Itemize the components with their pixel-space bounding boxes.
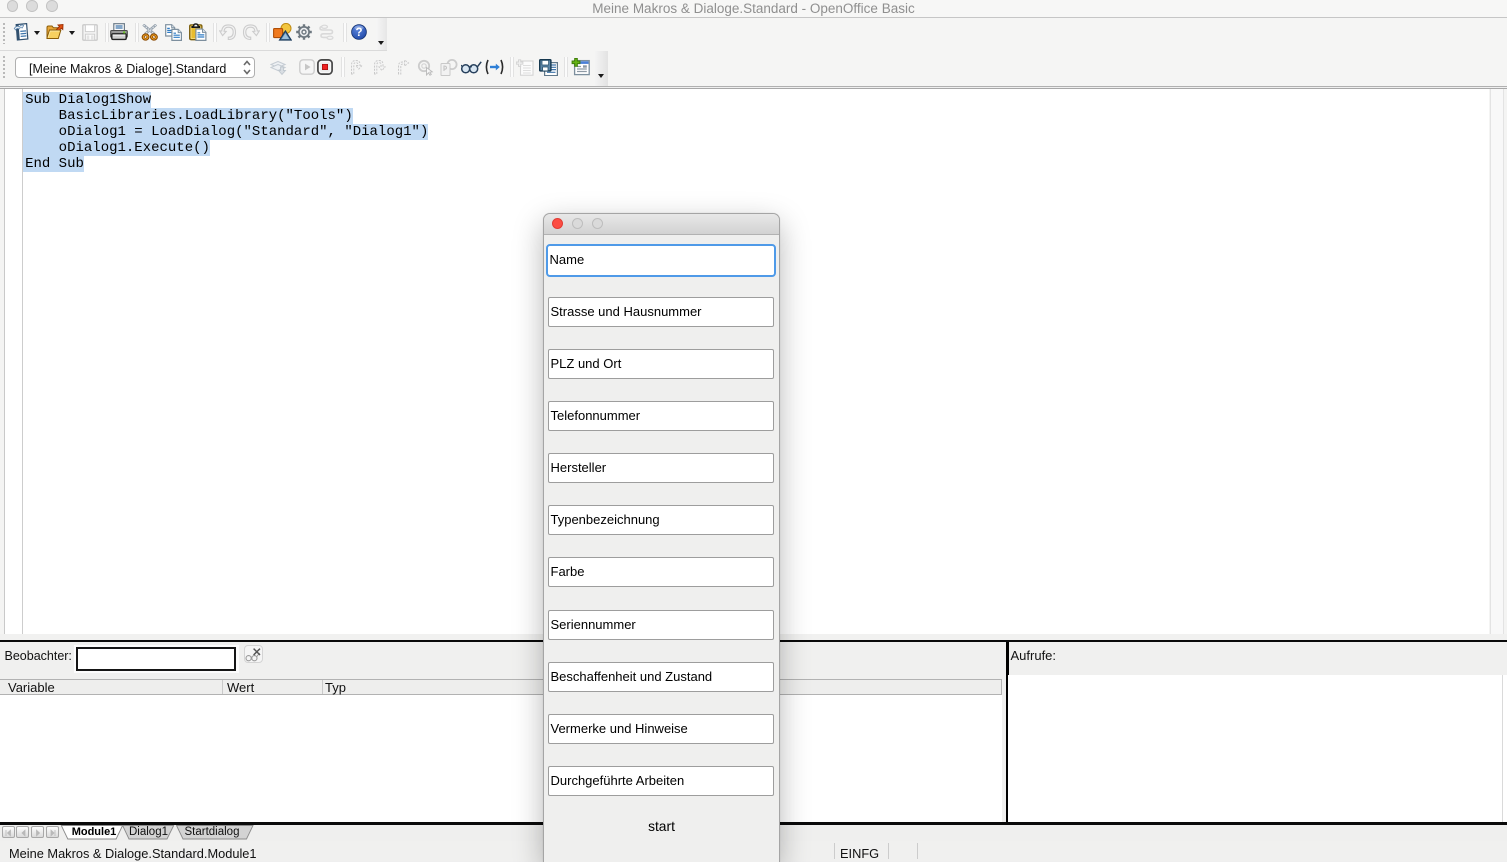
svg-text:?: ? bbox=[355, 27, 362, 39]
